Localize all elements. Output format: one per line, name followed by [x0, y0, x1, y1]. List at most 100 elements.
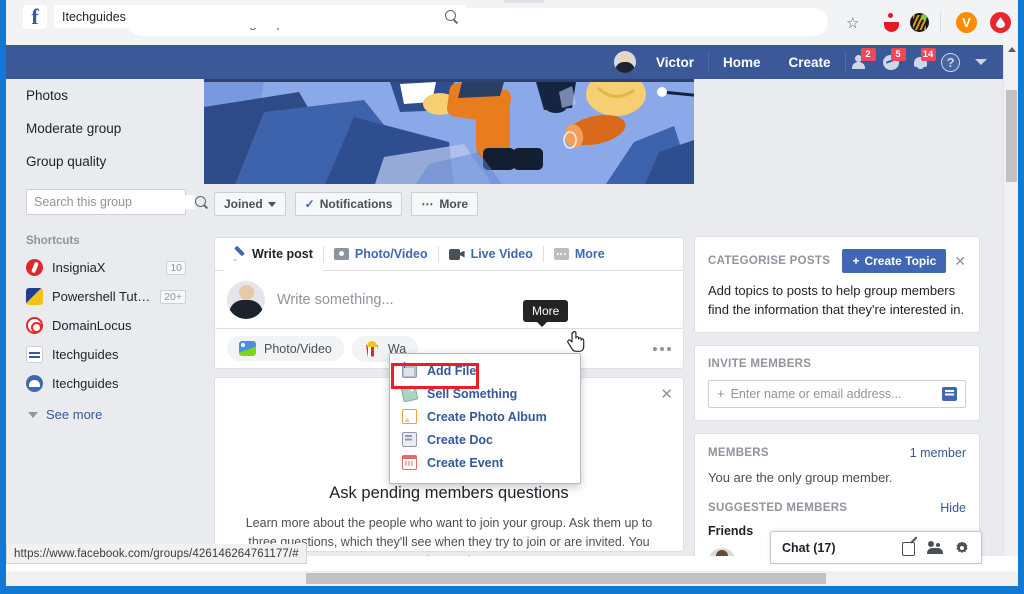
action-photo-video[interactable]: Photo/Video — [227, 336, 344, 361]
create-topic-label: Create Topic — [864, 254, 937, 268]
menu-item-create-doc[interactable]: Create Doc — [390, 428, 580, 451]
shortcut-powershell-tutorial[interactable]: Powershell Tutorial... 20+ — [26, 282, 204, 311]
nav-create[interactable]: Create — [775, 55, 845, 70]
document-icon — [402, 432, 417, 447]
shortcut-itechguides-group[interactable]: Itechguides — [26, 369, 204, 398]
chat-bar[interactable]: Chat (17) — [770, 531, 982, 564]
joined-button[interactable]: Joined — [214, 192, 286, 216]
tab-live-video[interactable]: Live Video — [439, 238, 543, 270]
see-more-button[interactable]: See more — [26, 398, 204, 422]
notifications-badge: 14 — [920, 48, 936, 61]
add-people-icon[interactable] — [927, 540, 944, 556]
taskbar-edge — [0, 586, 1024, 594]
sidebar-item-group-quality[interactable]: Group quality — [26, 145, 204, 178]
shortcut-domainlocus[interactable]: DomainLocus — [26, 311, 204, 340]
tab-label: Live Video — [470, 247, 533, 261]
sidebar-item-photos[interactable]: Photos — [26, 79, 204, 112]
shortcut-insigniax[interactable]: InsigniaX 10 — [26, 253, 204, 282]
tab-strip-stub — [504, 0, 544, 3]
invite-input-wrapper[interactable]: + — [708, 379, 966, 408]
star-icon[interactable]: ☆ — [846, 14, 859, 32]
notifications-label: Notifications — [319, 197, 393, 211]
avatar[interactable] — [708, 547, 736, 556]
account-menu-icon[interactable] — [966, 45, 996, 79]
chevron-down-icon — [28, 411, 38, 418]
pencil-icon — [233, 248, 246, 261]
invite-members-header: INVITE MEMBERS — [708, 357, 812, 370]
right-sidebar: CATEGORISE POSTS + Create Topic ✕ Add to… — [694, 79, 994, 556]
shortcut-count: 10 — [166, 260, 186, 275]
vertical-scroll-thumb[interactable] — [1006, 90, 1017, 182]
insigniax-icon — [26, 259, 43, 276]
sidebar-item-moderate-group[interactable]: Moderate group — [26, 112, 204, 145]
tab-label: Write post — [252, 247, 313, 261]
friend-requests-icon[interactable]: 2 — [846, 45, 876, 79]
gear-icon[interactable] — [954, 540, 970, 556]
plus-icon: + — [717, 386, 725, 402]
notifications-icon[interactable]: 14 — [906, 45, 936, 79]
group-more-button[interactable]: ⋯ More — [411, 192, 479, 216]
chevron-down-icon — [267, 201, 276, 207]
nav-home[interactable]: Home — [709, 55, 775, 70]
group-search-box[interactable] — [26, 189, 206, 215]
honey-extension-icon[interactable] — [910, 13, 929, 32]
create-topic-button[interactable]: + Create Topic — [842, 249, 947, 273]
notifications-button[interactable]: ✓ Notifications — [294, 192, 403, 216]
group-action-buttons: Joined ✓ Notifications ⋯ More — [214, 192, 479, 216]
members-header-row: MEMBERS 1 member — [708, 446, 966, 460]
messages-icon[interactable]: 5 — [876, 45, 906, 79]
adblock-extension-icon[interactable] — [882, 13, 901, 32]
group-cover-photo[interactable] — [204, 79, 694, 184]
post-composer-card: Write post Photo/Video Live Video More W… — [214, 237, 684, 329]
suggested-members-header: SUGGESTED MEMBERS — [708, 501, 848, 514]
scrollbar-corner — [1003, 571, 1018, 586]
scroll-up-arrow-icon[interactable] — [1008, 47, 1016, 52]
menu-item-label: Create Photo Album — [427, 409, 547, 424]
shortcut-label: DomainLocus — [52, 318, 132, 333]
photo-album-icon — [402, 409, 417, 424]
profile-avatar-v[interactable]: V — [956, 12, 977, 33]
avatar[interactable] — [614, 51, 636, 73]
vertical-scrollbar[interactable] — [1003, 45, 1018, 556]
invite-input[interactable] — [730, 386, 936, 401]
add-file-highlight-box — [391, 363, 479, 389]
menu-item-create-event[interactable]: Create Event — [390, 451, 580, 474]
categorise-description: Add topics to posts to help group member… — [708, 283, 965, 317]
horizontal-scroll-thumb[interactable] — [306, 573, 826, 584]
members-note: You are the only group member. — [708, 469, 893, 485]
contact-list-icon[interactable] — [942, 386, 957, 401]
ellipsis-icon: ⋯ — [421, 197, 435, 211]
help-glyph: ? — [941, 52, 961, 72]
composer-placeholder[interactable]: Write something... — [277, 292, 394, 308]
search-icon[interactable] — [445, 10, 458, 23]
help-icon[interactable]: ? — [936, 45, 966, 79]
search-input[interactable] — [62, 9, 445, 24]
opera-extension-icon[interactable] — [990, 12, 1011, 33]
close-icon[interactable]: ✕ — [660, 385, 673, 403]
group-search-input[interactable] — [34, 195, 195, 209]
left-sidebar: Photos Moderate group Group quality Shor… — [6, 79, 206, 556]
close-icon[interactable]: ✕ — [954, 253, 966, 270]
shortcut-label: Itechguides — [52, 376, 119, 391]
status-bar-link-preview: https://www.facebook.com/groups/42614626… — [6, 544, 307, 564]
check-icon: ✓ — [304, 197, 315, 211]
members-header: MEMBERS — [708, 446, 769, 459]
horizontal-scrollbar[interactable] — [6, 571, 1018, 586]
composer-body[interactable]: Write something... — [215, 271, 683, 329]
tab-write-post[interactable]: Write post — [223, 238, 323, 271]
mouse-cursor-pointer — [566, 331, 586, 355]
facebook-logo[interactable]: f — [23, 5, 47, 29]
facebook-search-box[interactable] — [54, 5, 466, 28]
nav-profile-name[interactable]: Victor — [642, 55, 708, 70]
compose-icon[interactable] — [902, 540, 918, 556]
composer-more-actions[interactable] — [653, 346, 671, 351]
members-count[interactable]: 1 member — [910, 446, 966, 460]
categorise-header-row: CATEGORISE POSTS + Create Topic ✕ — [708, 249, 966, 273]
menu-item-create-photo-album[interactable]: Create Photo Album — [390, 405, 580, 428]
categorise-posts-card: CATEGORISE POSTS + Create Topic ✕ Add to… — [694, 236, 980, 333]
tab-photo-video[interactable]: Photo/Video — [324, 238, 438, 270]
toolbar-divider — [940, 12, 941, 33]
hide-button[interactable]: Hide — [940, 501, 966, 515]
tab-more[interactable]: More — [544, 238, 615, 270]
shortcut-itechguides-page[interactable]: Itechguides — [26, 340, 204, 369]
